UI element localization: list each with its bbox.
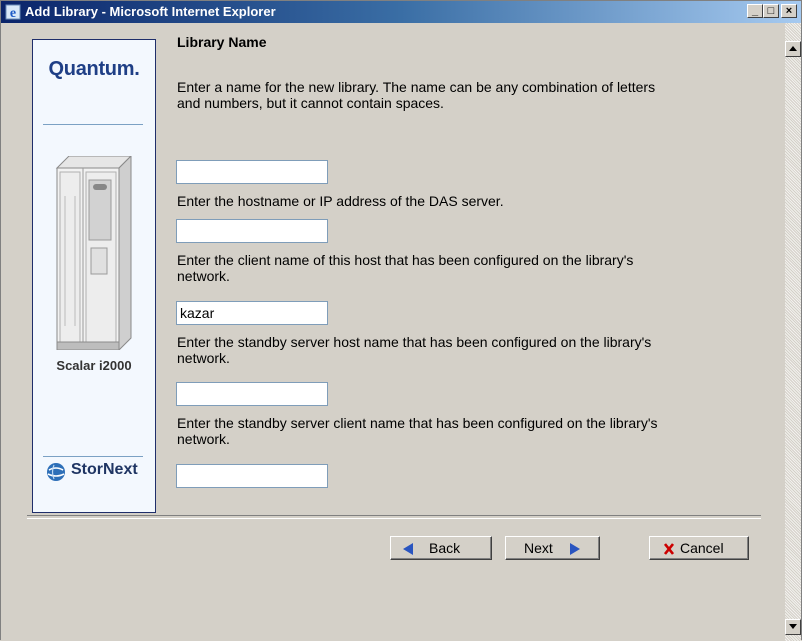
das-server-hostname-input[interactable] <box>176 219 328 243</box>
scroll-down-button[interactable] <box>785 619 801 635</box>
field-label: Enter a name for the new library. The na… <box>177 79 656 111</box>
scroll-up-button[interactable] <box>785 41 801 57</box>
svg-text:e: e <box>10 6 16 20</box>
next-button[interactable]: Next <box>505 536 600 560</box>
cancel-button-label: Cancel <box>680 540 724 556</box>
branding-sidebar: Quantum. Scalar i2000 StorNext <box>32 39 156 513</box>
minimize-button[interactable]: _ <box>747 4 763 18</box>
footer-divider <box>27 515 761 519</box>
section-heading: Library Name <box>177 34 267 50</box>
vertical-scrollbar[interactable] <box>785 23 801 641</box>
library-cabinet-icon <box>55 156 132 350</box>
product-name: Scalar i2000 <box>56 358 132 373</box>
next-arrow-icon <box>570 543 580 555</box>
field-label: Enter the client name of this host that … <box>177 252 634 284</box>
cancel-x-icon <box>664 543 674 555</box>
close-icon: × <box>785 5 793 17</box>
quantum-logo: Quantum. <box>48 58 140 80</box>
arrow-down-icon <box>789 624 797 629</box>
stornext-logo: StorNext <box>43 458 155 482</box>
browser-window: e Add Library - Microsoft Internet Explo… <box>0 0 802 641</box>
internet-explorer-icon: e <box>5 4 21 20</box>
maximize-icon: □ <box>767 5 775 17</box>
back-arrow-icon <box>403 543 413 555</box>
maximize-button[interactable]: □ <box>763 4 779 18</box>
next-button-label: Next <box>524 540 553 556</box>
standby-client-name-input[interactable] <box>176 464 328 488</box>
window-title: Add Library - Microsoft Internet Explore… <box>25 4 276 19</box>
cancel-button[interactable]: Cancel <box>649 536 749 560</box>
title-bar[interactable]: e Add Library - Microsoft Internet Explo… <box>1 1 801 23</box>
field-label: Enter the hostname or IP address of the … <box>177 193 504 209</box>
back-button[interactable]: Back <box>390 536 492 560</box>
field-label: Enter the standby server host name that … <box>177 334 652 366</box>
client-name-input[interactable] <box>176 301 328 325</box>
back-button-label: Back <box>429 540 461 556</box>
library-name-input[interactable] <box>176 160 328 184</box>
arrow-up-icon <box>789 46 797 51</box>
sidebar-divider-bottom <box>43 456 143 457</box>
close-window-button[interactable]: × <box>781 4 797 18</box>
stornext-globe-icon <box>47 463 65 481</box>
stornext-logo-text: StorNext <box>71 461 138 478</box>
minimize-icon: _ <box>751 5 759 17</box>
sidebar-divider <box>43 124 143 125</box>
standby-host-name-input[interactable] <box>176 382 328 406</box>
field-label: Enter the standby server client name tha… <box>177 415 658 447</box>
